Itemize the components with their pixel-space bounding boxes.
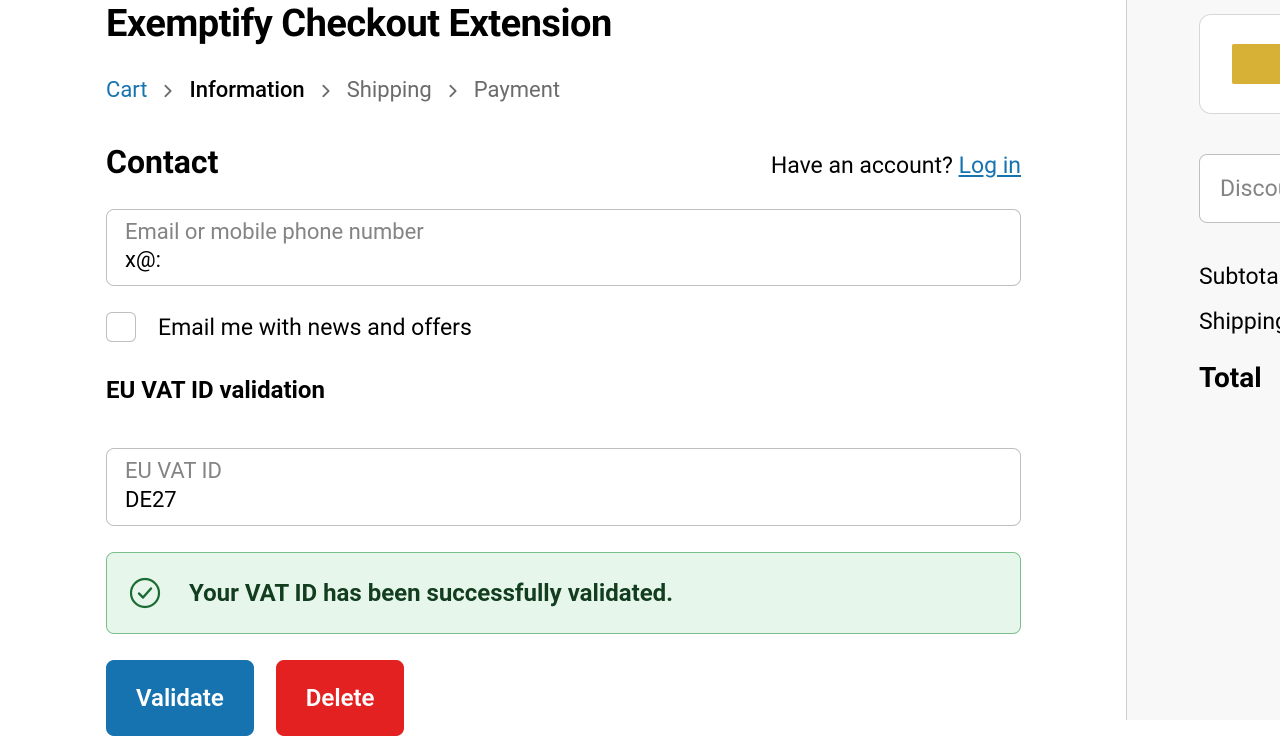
chevron-right-icon: [161, 84, 175, 98]
email-field[interactable]: [125, 248, 1002, 273]
account-prompt: Have an account? Log in: [771, 152, 1021, 179]
validate-button[interactable]: Validate: [106, 660, 254, 736]
cart-item-thumbnail: [1199, 14, 1280, 114]
shipping-label: Shipping: [1199, 308, 1280, 335]
discount-code-field[interactable]: Discou: [1199, 154, 1280, 223]
email-field-label: Email or mobile phone number: [125, 220, 1002, 246]
vat-success-text: Your VAT ID has been successfully valida…: [189, 579, 673, 607]
chevron-right-icon: [319, 84, 333, 98]
page-title: Exemptify Checkout Extension: [106, 2, 1126, 46]
breadcrumb: Cart Information Shipping Payment: [106, 78, 1126, 103]
vat-field[interactable]: [125, 488, 1002, 513]
newsletter-checkbox[interactable]: [106, 312, 136, 342]
vat-field-label: EU VAT ID: [125, 459, 1002, 485]
account-prompt-text: Have an account?: [771, 152, 959, 179]
newsletter-label: Email me with news and offers: [158, 314, 472, 341]
checkmark-circle-icon: [129, 577, 161, 609]
subtotal-label: Subtota: [1199, 263, 1280, 290]
total-label: Total: [1199, 361, 1280, 394]
vat-success-alert: Your VAT ID has been successfully valida…: [106, 552, 1021, 634]
crumb-cart[interactable]: Cart: [106, 78, 147, 103]
chevron-right-icon: [446, 84, 460, 98]
contact-heading: Contact: [106, 143, 218, 181]
product-image: [1232, 44, 1280, 84]
delete-button[interactable]: Delete: [276, 660, 405, 736]
email-field-wrapper[interactable]: Email or mobile phone number: [106, 209, 1021, 286]
login-link[interactable]: Log in: [959, 152, 1021, 179]
order-summary-sidebar: Discou Subtota Shipping Total: [1127, 0, 1280, 720]
crumb-payment: Payment: [474, 78, 560, 103]
vat-heading: EU VAT ID validation: [106, 376, 1126, 404]
crumb-information: Information: [189, 78, 304, 103]
crumb-shipping: Shipping: [347, 78, 432, 103]
vat-field-wrapper[interactable]: EU VAT ID: [106, 448, 1021, 525]
